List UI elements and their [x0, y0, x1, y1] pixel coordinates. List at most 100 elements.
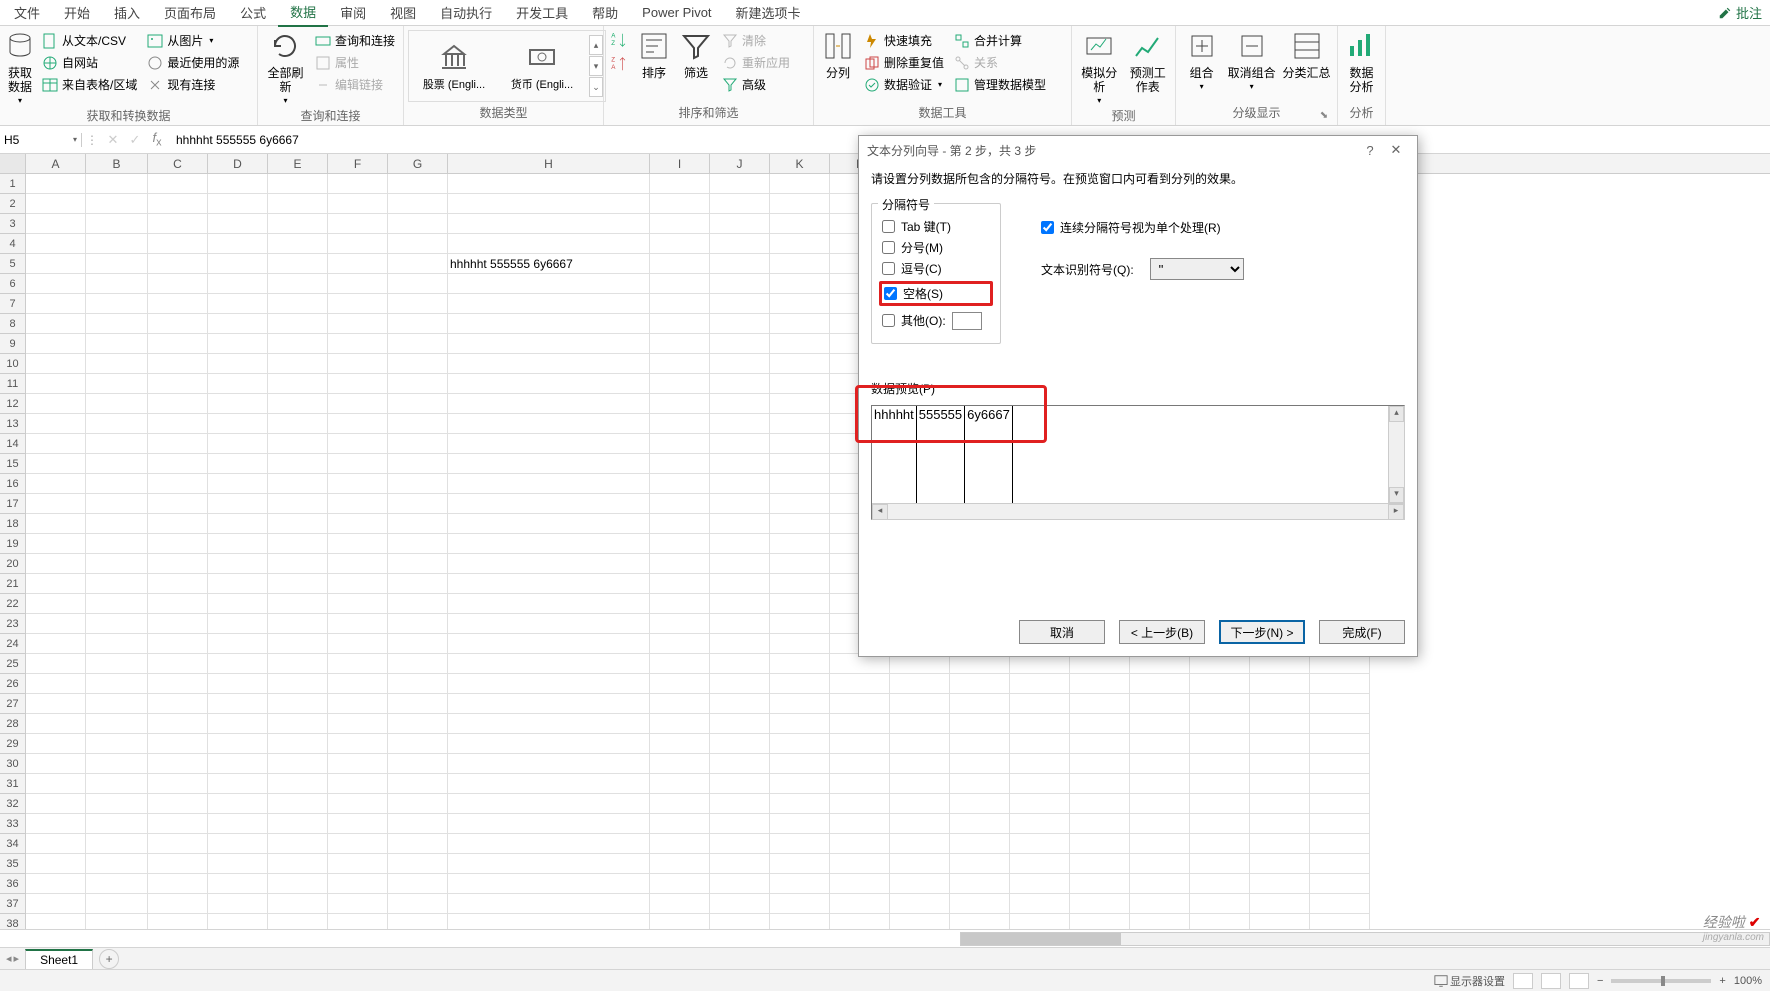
cell[interactable]: [1250, 854, 1310, 874]
cell[interactable]: [86, 274, 148, 294]
cell[interactable]: [328, 174, 388, 194]
cell[interactable]: [650, 874, 710, 894]
cell[interactable]: [86, 454, 148, 474]
cell[interactable]: [148, 914, 208, 929]
cell[interactable]: [1070, 854, 1130, 874]
cell[interactable]: [448, 554, 650, 574]
row-header[interactable]: 4: [0, 234, 26, 254]
cell[interactable]: [388, 574, 448, 594]
cell[interactable]: [710, 894, 770, 914]
cell[interactable]: [890, 814, 950, 834]
cell[interactable]: [388, 634, 448, 654]
cell[interactable]: [148, 834, 208, 854]
row-header[interactable]: 28: [0, 714, 26, 734]
cell[interactable]: [26, 914, 86, 929]
cell[interactable]: [208, 254, 268, 274]
cell[interactable]: [1130, 794, 1190, 814]
row-header[interactable]: 38: [0, 914, 26, 929]
cell[interactable]: [268, 214, 328, 234]
filter-button[interactable]: 筛选: [676, 28, 716, 82]
cell[interactable]: [650, 234, 710, 254]
cell[interactable]: [86, 314, 148, 334]
cell[interactable]: [770, 174, 830, 194]
cell[interactable]: [86, 694, 148, 714]
cell[interactable]: [328, 494, 388, 514]
cell[interactable]: [1010, 734, 1070, 754]
cell[interactable]: [328, 434, 388, 454]
cell[interactable]: [710, 394, 770, 414]
cell[interactable]: [208, 894, 268, 914]
cell[interactable]: [268, 674, 328, 694]
cell[interactable]: [328, 514, 388, 534]
cell[interactable]: [650, 854, 710, 874]
from-text-csv-button[interactable]: 从文本/CSV: [38, 30, 141, 51]
cell[interactable]: [268, 654, 328, 674]
cell[interactable]: [86, 894, 148, 914]
cell[interactable]: [328, 334, 388, 354]
cell[interactable]: [950, 894, 1010, 914]
cell[interactable]: [208, 614, 268, 634]
cell[interactable]: [26, 454, 86, 474]
cell[interactable]: [328, 834, 388, 854]
cell[interactable]: [650, 454, 710, 474]
column-header-K[interactable]: K: [770, 154, 830, 173]
row-header[interactable]: 23: [0, 614, 26, 634]
cell[interactable]: [830, 754, 890, 774]
cell[interactable]: [26, 354, 86, 374]
cell[interactable]: [268, 334, 328, 354]
cell[interactable]: [388, 514, 448, 534]
row-header[interactable]: 37: [0, 894, 26, 914]
queries-conn-button[interactable]: 查询和连接: [311, 30, 399, 51]
cell[interactable]: [388, 494, 448, 514]
cell[interactable]: [268, 494, 328, 514]
cell[interactable]: [448, 534, 650, 554]
cell[interactable]: [328, 214, 388, 234]
sort-button[interactable]: 排序: [634, 28, 674, 82]
cell[interactable]: [26, 634, 86, 654]
cell[interactable]: [650, 714, 710, 734]
cell[interactable]: [710, 534, 770, 554]
row-header[interactable]: 19: [0, 534, 26, 554]
cell[interactable]: [148, 434, 208, 454]
column-header-G[interactable]: G: [388, 154, 448, 173]
cell[interactable]: [328, 574, 388, 594]
cell[interactable]: [388, 834, 448, 854]
cell[interactable]: [710, 454, 770, 474]
from-image-button[interactable]: 从图片▾: [143, 30, 243, 51]
cell[interactable]: [710, 194, 770, 214]
cell[interactable]: [1190, 654, 1250, 674]
cell[interactable]: [890, 674, 950, 694]
cell[interactable]: [1130, 914, 1190, 929]
cell[interactable]: [148, 454, 208, 474]
cell[interactable]: [148, 714, 208, 734]
cell[interactable]: [1070, 874, 1130, 894]
cell[interactable]: [86, 714, 148, 734]
cell[interactable]: [770, 414, 830, 434]
next-button[interactable]: 下一步(N) >: [1219, 620, 1305, 644]
row-header[interactable]: 3: [0, 214, 26, 234]
cell[interactable]: [208, 194, 268, 214]
cell[interactable]: [388, 654, 448, 674]
cell[interactable]: [328, 754, 388, 774]
cell[interactable]: [710, 234, 770, 254]
cell[interactable]: [448, 874, 650, 894]
cell[interactable]: [1010, 914, 1070, 929]
row-header[interactable]: 14: [0, 434, 26, 454]
cell[interactable]: [148, 554, 208, 574]
cell[interactable]: [1310, 754, 1370, 774]
cell[interactable]: [830, 874, 890, 894]
cell[interactable]: [950, 694, 1010, 714]
reapply-button[interactable]: 重新应用: [718, 52, 794, 73]
cell[interactable]: [830, 674, 890, 694]
cell[interactable]: [328, 594, 388, 614]
cell[interactable]: [86, 874, 148, 894]
sheet-tab-1[interactable]: Sheet1: [25, 949, 93, 969]
horizontal-scrollbar[interactable]: [0, 929, 1770, 947]
get-data-button[interactable]: 获取数据 ▾: [4, 28, 36, 107]
row-header[interactable]: 35: [0, 854, 26, 874]
cell[interactable]: [1130, 734, 1190, 754]
row-header[interactable]: 11: [0, 374, 26, 394]
cell[interactable]: [710, 494, 770, 514]
cell[interactable]: [388, 354, 448, 374]
cell[interactable]: [710, 514, 770, 534]
